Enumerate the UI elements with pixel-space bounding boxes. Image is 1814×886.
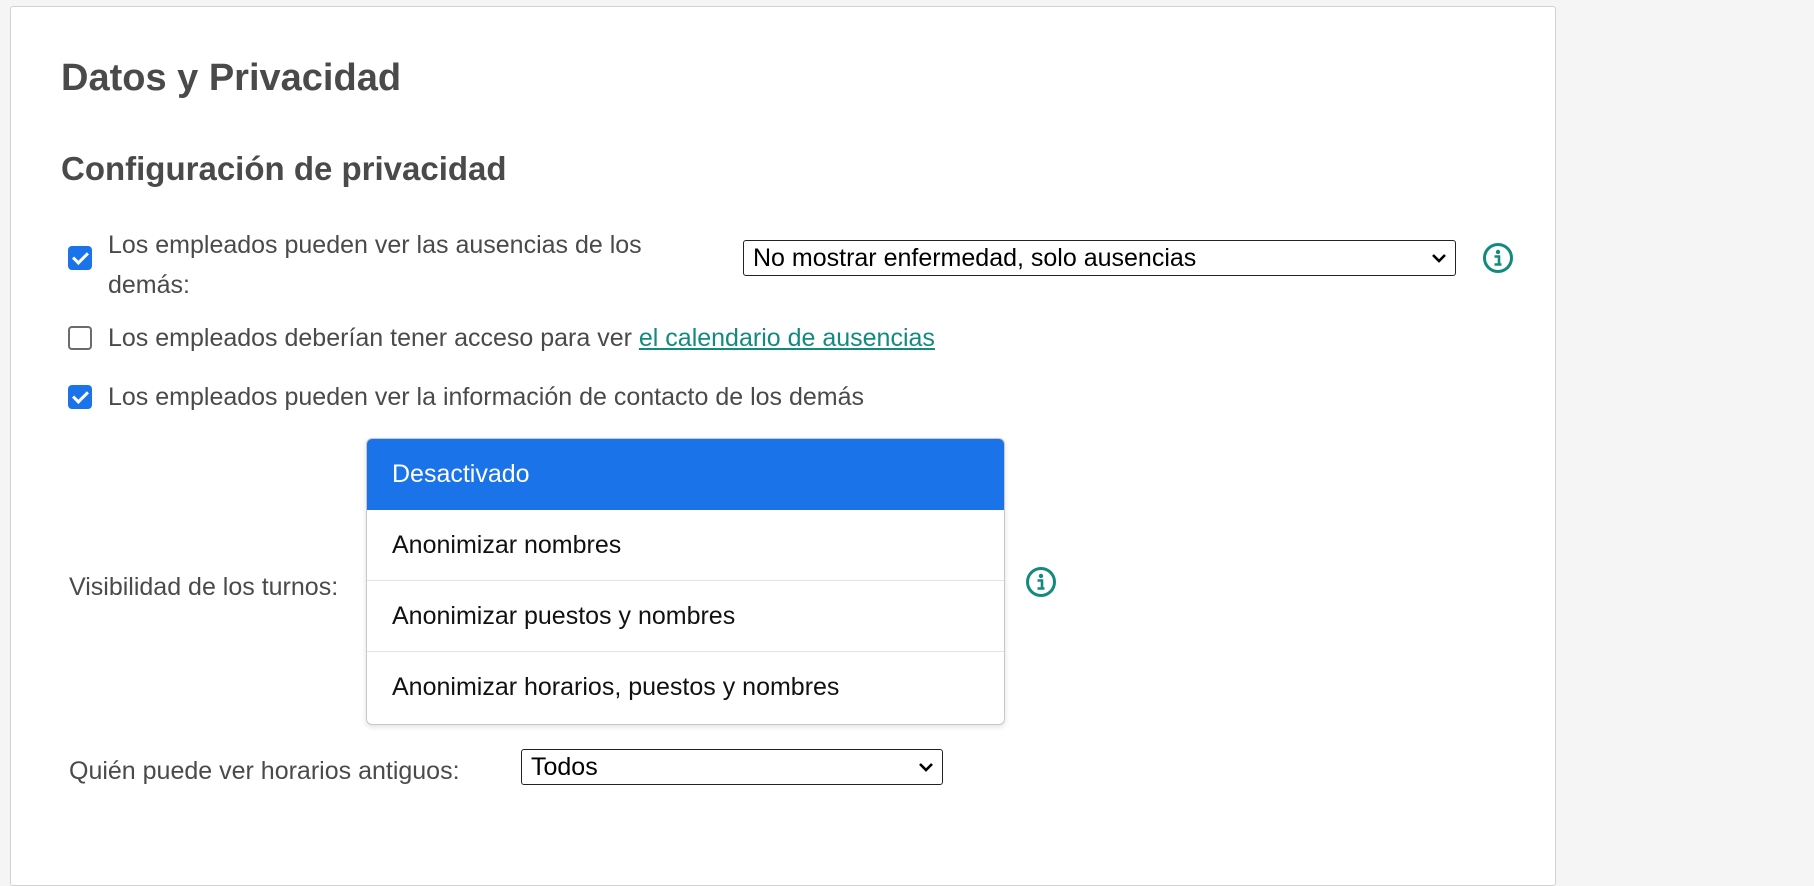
absences-checkbox[interactable] [68, 246, 92, 270]
absences-select[interactable]: No mostrar enfermedad, solo ausencias [743, 240, 1456, 276]
info-icon[interactable] [1482, 242, 1514, 274]
dropdown-option-desactivado[interactable]: Desactivado [367, 439, 1004, 510]
dropdown-option-anonimizar-horarios-puestos-nombres[interactable]: Anonimizar horarios, puestos y nombres [367, 652, 1004, 724]
section-title: Configuración de privacidad [61, 150, 507, 187]
absences-select-value: No mostrar enfermedad, solo ausencias [753, 244, 1197, 272]
contact-info-label: Los empleados pueden ver la información … [108, 383, 865, 411]
dropdown-option-anonimizar-puestos-nombres[interactable]: Anonimizar puestos y nombres [367, 581, 1004, 652]
calendar-access-label-text: Los empleados deberían tener acceso para… [108, 324, 639, 352]
chevron-down-icon [919, 763, 933, 772]
old-schedules-select-value: Todos [531, 753, 598, 781]
calendar-access-checkbox[interactable] [68, 326, 92, 350]
chevron-down-icon [1432, 254, 1446, 263]
old-schedules-select[interactable]: Todos [521, 749, 943, 785]
page-title: Datos y Privacidad [61, 57, 402, 99]
info-icon[interactable] [1025, 566, 1057, 598]
shift-visibility-label: Visibilidad de los turnos: [69, 573, 339, 601]
absences-label: Los empleados pueden ver las ausencias d… [108, 231, 642, 299]
old-schedules-label: Quién puede ver horarios antiguos: [69, 757, 460, 785]
absence-calendar-link[interactable]: el calendario de ausencias [639, 324, 935, 352]
contact-info-checkbox[interactable] [68, 385, 92, 409]
calendar-access-label: Los empleados deberían tener acceso para… [108, 318, 935, 358]
dropdown-option-anonimizar-nombres[interactable]: Anonimizar nombres [367, 510, 1004, 581]
shift-visibility-dropdown[interactable]: Desactivado Anonimizar nombres Anonimiza… [366, 438, 1005, 725]
